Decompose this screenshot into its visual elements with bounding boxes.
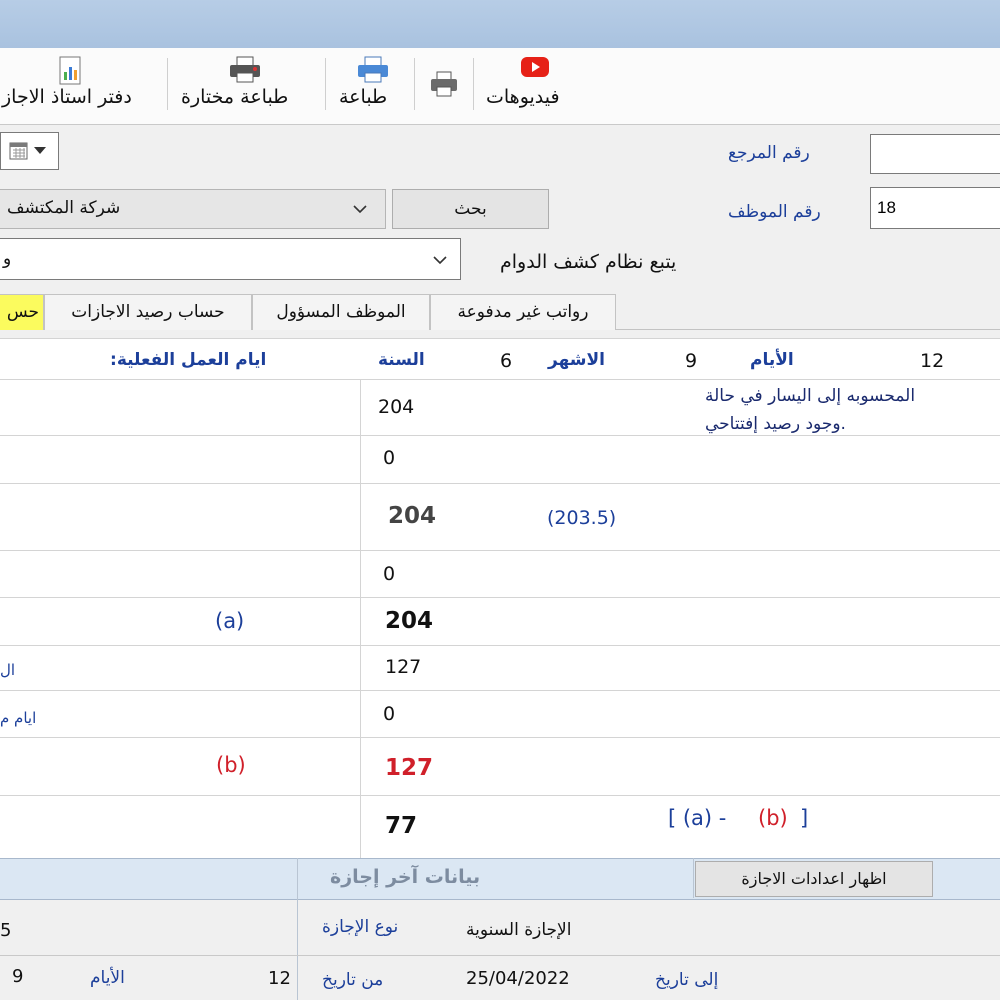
vacation-type-label: نوع الإجازة bbox=[322, 917, 399, 937]
show-vacation-settings-button[interactable]: اظهار اعدادات الاجازة bbox=[695, 861, 933, 897]
row-value: 0 bbox=[383, 563, 396, 585]
grid-line bbox=[0, 690, 1000, 691]
attendance-label: يتبع نظام كشف الدوام bbox=[500, 251, 677, 273]
print-button[interactable]: طباعة bbox=[335, 48, 410, 124]
vacation-ledger-label: دفتر استاذ الاجاز bbox=[2, 86, 132, 108]
row-extra-value: (203.5) bbox=[547, 507, 617, 529]
toolbar-separator bbox=[325, 58, 326, 110]
from-date-label: من تاريخ bbox=[322, 970, 384, 990]
print-selected-button[interactable]: طباعة مختارة bbox=[175, 48, 315, 124]
print-label: طباعة bbox=[339, 86, 388, 108]
attendance-value: و bbox=[3, 249, 12, 269]
grid-line bbox=[0, 597, 1000, 598]
tab-active[interactable]: حس bbox=[0, 294, 44, 330]
row-value-b: 127 bbox=[385, 755, 434, 781]
videos-label: فيديوهات bbox=[486, 86, 560, 108]
from-date-value: 25/04/2022 bbox=[466, 968, 570, 989]
grid-line bbox=[0, 379, 1000, 380]
toolbar-separator bbox=[414, 58, 415, 110]
row-value-a: 204 bbox=[385, 608, 434, 634]
to-date-label: إلى تاريخ bbox=[655, 970, 719, 990]
formula-part: (b) bbox=[758, 806, 788, 830]
days-value: 12 bbox=[920, 350, 945, 372]
print-selected-label: طباعة مختارة bbox=[181, 86, 289, 108]
row-value: 0 bbox=[383, 447, 396, 469]
chevron-down-icon bbox=[353, 205, 367, 214]
days-value-a: 12 bbox=[268, 968, 291, 989]
toolbar-separator bbox=[473, 58, 474, 110]
search-button[interactable]: بحث bbox=[392, 189, 549, 229]
grid-line bbox=[0, 338, 1000, 339]
dropdown-arrow-icon bbox=[34, 147, 46, 154]
years-value: 6 bbox=[500, 350, 513, 372]
formula-part: [ (a) - bbox=[668, 806, 727, 830]
panel-line bbox=[0, 955, 1000, 956]
reference-label: رقم المرجع bbox=[728, 143, 810, 163]
window-title-bar bbox=[0, 0, 1000, 48]
report-icon bbox=[59, 56, 81, 85]
reference-input[interactable] bbox=[870, 134, 1000, 174]
months-header: الاشهر bbox=[548, 350, 606, 370]
employee-number-input[interactable] bbox=[870, 187, 1000, 229]
grid-column-line bbox=[360, 379, 361, 858]
opening-balance-note: المحسوبه إلى اليسار في حالة bbox=[705, 386, 916, 406]
opening-balance-note: وجود رصيد إفتتاحي. bbox=[705, 414, 846, 434]
tag-a: (a) bbox=[215, 609, 245, 633]
row-label: ايام م bbox=[0, 709, 37, 727]
printer-icon bbox=[230, 56, 260, 83]
printer-icon bbox=[431, 71, 457, 97]
years-header: السنة bbox=[378, 350, 425, 370]
row-value-result: 77 bbox=[385, 813, 418, 839]
attendance-select[interactable]: و bbox=[0, 238, 461, 280]
quick-print-button[interactable] bbox=[422, 48, 466, 124]
last-vacation-title: بيانات آخر إجازة bbox=[330, 866, 481, 888]
toolbar: فيديوهات طباعة طباعة مختارة دفتر استاذ ا… bbox=[0, 48, 1000, 125]
formula-part: ] bbox=[800, 806, 809, 830]
videos-button[interactable]: فيديوهات bbox=[480, 48, 590, 124]
row-label: ال bbox=[0, 661, 16, 679]
toolbar-separator bbox=[167, 58, 168, 110]
grid-line bbox=[0, 483, 1000, 484]
row-value: 0 bbox=[383, 703, 396, 725]
left-value: 5 bbox=[0, 920, 12, 941]
tab-responsible-employee[interactable]: الموظف المسؤول bbox=[252, 294, 430, 330]
tab-unpaid-salaries[interactable]: رواتب غير مدفوعة bbox=[430, 294, 616, 330]
vacation-type-value: الإجازة السنوية bbox=[466, 920, 572, 940]
chevron-down-icon bbox=[433, 256, 447, 265]
vacation-ledger-button[interactable]: دفتر استاذ الاجاز bbox=[0, 48, 160, 124]
tab-vacation-balance[interactable]: حساب رصيد الاجازات bbox=[44, 294, 252, 330]
balance-grid bbox=[0, 338, 1000, 858]
date-picker[interactable] bbox=[0, 132, 59, 170]
printer-icon bbox=[357, 56, 388, 83]
panel-divider bbox=[693, 858, 694, 898]
row-value: 204 bbox=[378, 396, 415, 418]
grid-line bbox=[0, 645, 1000, 646]
grid-line bbox=[0, 435, 1000, 436]
company-value: شركة المكتشف bbox=[7, 198, 121, 218]
days-value-b: 9 bbox=[12, 966, 24, 987]
grid-line bbox=[0, 737, 1000, 738]
employee-number-label: رقم الموظف bbox=[728, 202, 821, 222]
company-select[interactable]: شركة المكتشف bbox=[0, 189, 386, 229]
row-value: 204 bbox=[388, 503, 437, 529]
panel-divider bbox=[297, 858, 298, 1000]
row-value: 127 bbox=[385, 656, 422, 678]
actual-work-days-label: :ايام العمل الفعلية bbox=[110, 350, 267, 370]
months-value: 9 bbox=[685, 350, 698, 372]
calendar-icon bbox=[9, 142, 28, 160]
days-header: الأيام bbox=[750, 350, 794, 370]
grid-line bbox=[0, 550, 1000, 551]
youtube-icon bbox=[521, 57, 549, 77]
days-label: الأيام bbox=[90, 968, 125, 988]
tag-b: (b) bbox=[216, 753, 246, 777]
grid-line bbox=[0, 795, 1000, 796]
